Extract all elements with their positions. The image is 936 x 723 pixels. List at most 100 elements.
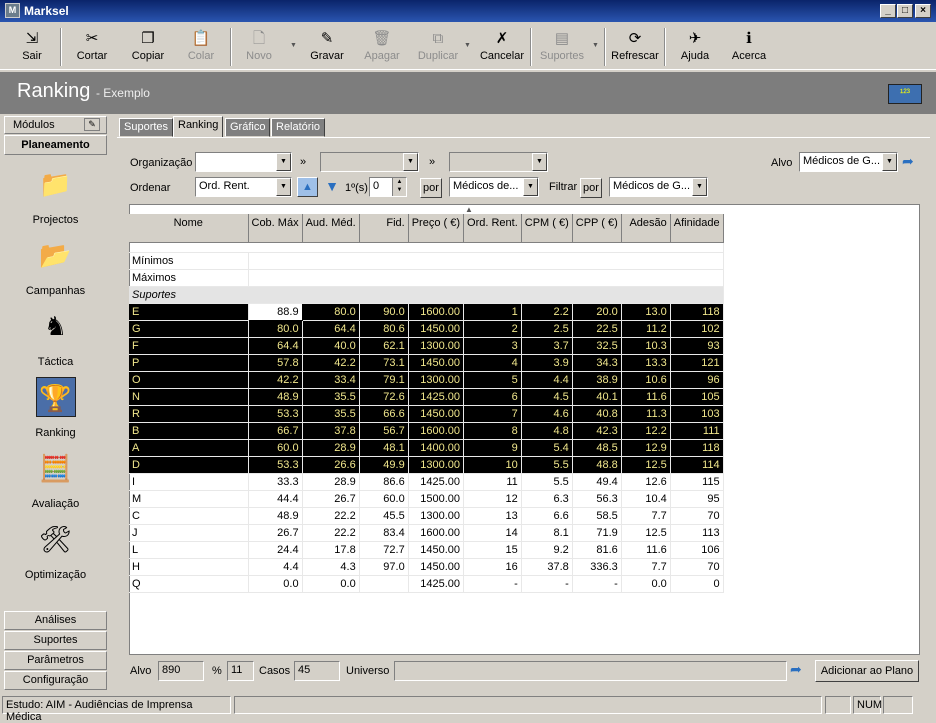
grid-cell[interactable]: 3.9 [521, 354, 573, 372]
grid-cell[interactable]: 11.3 [621, 405, 671, 423]
tab-relatorio[interactable]: Relatório [271, 118, 326, 137]
grid-cell[interactable]: 28.9 [302, 439, 360, 457]
grid-cell[interactable]: 93 [670, 337, 724, 355]
grid-cell[interactable]: 44.4 [248, 490, 303, 508]
grid-cell[interactable]: 26.7 [248, 524, 303, 542]
grid-cell[interactable]: 5.4 [521, 439, 573, 457]
grid-cell[interactable]: 0 [670, 575, 724, 593]
grid-cell[interactable]: 2.5 [521, 320, 573, 338]
grid-cell[interactable]: 48.8 [572, 456, 622, 474]
section-row[interactable]: Suportes [129, 286, 724, 304]
grid-cell[interactable]: 57.8 [248, 354, 303, 372]
grid-cell[interactable]: 70 [670, 558, 724, 576]
grid-cell[interactable]: J [129, 524, 249, 542]
first-n-input[interactable]: 0 ▲ ▼ [369, 177, 407, 197]
grid-cell[interactable]: 1450.00 [408, 541, 465, 559]
grid-cell[interactable]: 71.9 [572, 524, 622, 542]
grid-cell[interactable]: 56.3 [572, 490, 622, 508]
planeamento-header[interactable]: Planeamento [4, 135, 107, 155]
spin-stepper[interactable]: ▲ ▼ [392, 178, 406, 196]
grid-cell[interactable]: 66.6 [359, 405, 409, 423]
grid-cell[interactable]: 106 [670, 541, 724, 559]
grid-cell[interactable]: 4.5 [521, 388, 573, 406]
grid-cell[interactable] [359, 575, 409, 593]
table-row[interactable]: R 53.3 35.5 66.6 1450.00 7 4.6 40.8 11.3 103 [129, 405, 724, 423]
grid-cell[interactable]: F [129, 337, 249, 355]
grid-cell[interactable]: 12 [463, 490, 522, 508]
grid-cell[interactable]: 1600.00 [408, 422, 465, 440]
table-row[interactable]: A 60.0 28.9 48.1 1400.00 9 5.4 48.5 12.9 118 [129, 439, 724, 457]
grid-cell[interactable]: 10 [463, 456, 522, 474]
column-header[interactable]: Fid. [359, 214, 409, 243]
grid-cell[interactable]: 1500.00 [408, 490, 465, 508]
grid-cell[interactable]: 5.5 [521, 473, 573, 491]
grid-cell[interactable]: Mínimos [129, 252, 249, 270]
grid-cell[interactable]: 4.4 [521, 371, 573, 389]
grid-cell[interactable]: 2 [463, 320, 522, 338]
grid-cell[interactable]: 12.6 [621, 473, 671, 491]
grid-cell[interactable]: - [572, 575, 622, 593]
grid-cell[interactable]: 90.0 [359, 303, 409, 321]
grid-cell[interactable]: 11.6 [621, 541, 671, 559]
grid-cell[interactable]: 105 [670, 388, 724, 406]
filtrar-por-button[interactable]: por [580, 178, 602, 198]
grid-cell[interactable]: 20.0 [572, 303, 622, 321]
column-header[interactable]: Afinidade [670, 214, 724, 243]
grid-cell[interactable]: 1600.00 [408, 303, 465, 321]
maximos-row[interactable]: Máximos [129, 269, 724, 287]
grid-cell[interactable]: 4.3 [302, 558, 360, 576]
nav-item-ranking[interactable]: 🏆 Ranking [4, 377, 107, 447]
grid-cell[interactable]: 1400.00 [408, 439, 465, 457]
grid-cell[interactable]: 42.2 [302, 354, 360, 372]
ordenar-select[interactable]: Ord. Rent. ▼ [195, 177, 292, 197]
grid-cell[interactable]: 8.1 [521, 524, 573, 542]
apply-arrow-icon[interactable]: ➦ [902, 153, 914, 170]
table-row[interactable]: G 80.0 64.4 80.6 1450.00 2 2.5 22.5 11.2 102 [129, 320, 724, 338]
maximize-button[interactable]: □ [897, 4, 913, 18]
cortar-button[interactable]: ✂ Cortar [64, 22, 120, 70]
grid-cell[interactable]: 13.0 [621, 303, 671, 321]
grid-cell[interactable]: 62.1 [359, 337, 409, 355]
table-row[interactable]: N 48.9 35.5 72.6 1425.00 6 4.5 40.1 11.6 105 [129, 388, 724, 406]
grid-cell[interactable]: 3 [463, 337, 522, 355]
grid-cell[interactable]: 115 [670, 473, 724, 491]
dropdown-arrow-icon[interactable]: ▼ [290, 42, 297, 49]
cancelar-button[interactable]: ✗ Cancelar [474, 22, 530, 70]
grid-cell[interactable]: 97.0 [359, 558, 409, 576]
grid-cell[interactable]: 72.7 [359, 541, 409, 559]
grid-cell[interactable]: 60.0 [359, 490, 409, 508]
grid-cell[interactable]: 48.9 [248, 507, 303, 525]
grid-cell[interactable]: 48.1 [359, 439, 409, 457]
column-header[interactable]: Ord. Rent. [463, 214, 522, 243]
grid-cell[interactable]: 37.8 [521, 558, 573, 576]
grid-cell[interactable]: 11.2 [621, 320, 671, 338]
sort-descending-button[interactable]: ▼ [322, 178, 342, 196]
organizacao-select[interactable]: ▼ [195, 152, 292, 172]
grid-cell[interactable]: 72.6 [359, 388, 409, 406]
refrescar-button[interactable]: ⟳ Refrescar [606, 22, 664, 70]
grid-cell[interactable]: 6.3 [521, 490, 573, 508]
grid-cell[interactable]: 33.4 [302, 371, 360, 389]
sair-button[interactable]: ⇲ Sair [6, 22, 58, 70]
grid-cell[interactable]: 0.0 [248, 575, 303, 593]
grid-cell[interactable]: 66.7 [248, 422, 303, 440]
grid-cell[interactable]: 4.4 [248, 558, 303, 576]
grid-cell[interactable]: 0.0 [621, 575, 671, 593]
grid-cell[interactable]: - [463, 575, 522, 593]
grid-cell[interactable]: 1425.00 [408, 575, 465, 593]
dropdown-arrow-icon[interactable]: ▼ [464, 42, 471, 49]
table-row[interactable]: C 48.9 22.2 45.5 1300.00 13 6.6 58.5 7.7 70 [129, 507, 724, 525]
grid-cell[interactable]: 15 [463, 541, 522, 559]
grid-cell[interactable]: 83.4 [359, 524, 409, 542]
module-button-configuração[interactable]: Configuração [4, 671, 107, 690]
grid-cell[interactable]: 1600.00 [408, 524, 465, 542]
grid-cell[interactable]: 35.5 [302, 405, 360, 423]
grid-cell[interactable]: 118 [670, 303, 724, 321]
table-row[interactable]: B 66.7 37.8 56.7 1600.00 8 4.8 42.3 12.2 111 [129, 422, 724, 440]
grid-cell[interactable]: 88.9 [247, 302, 303, 321]
grid-cell[interactable]: 118 [670, 439, 724, 457]
column-header[interactable]: Preço ( €) [408, 214, 465, 243]
grid-cell[interactable]: 6.6 [521, 507, 573, 525]
grid-cell[interactable]: I [129, 473, 249, 491]
ajuda-button[interactable]: ✈ Ajuda [672, 22, 718, 70]
